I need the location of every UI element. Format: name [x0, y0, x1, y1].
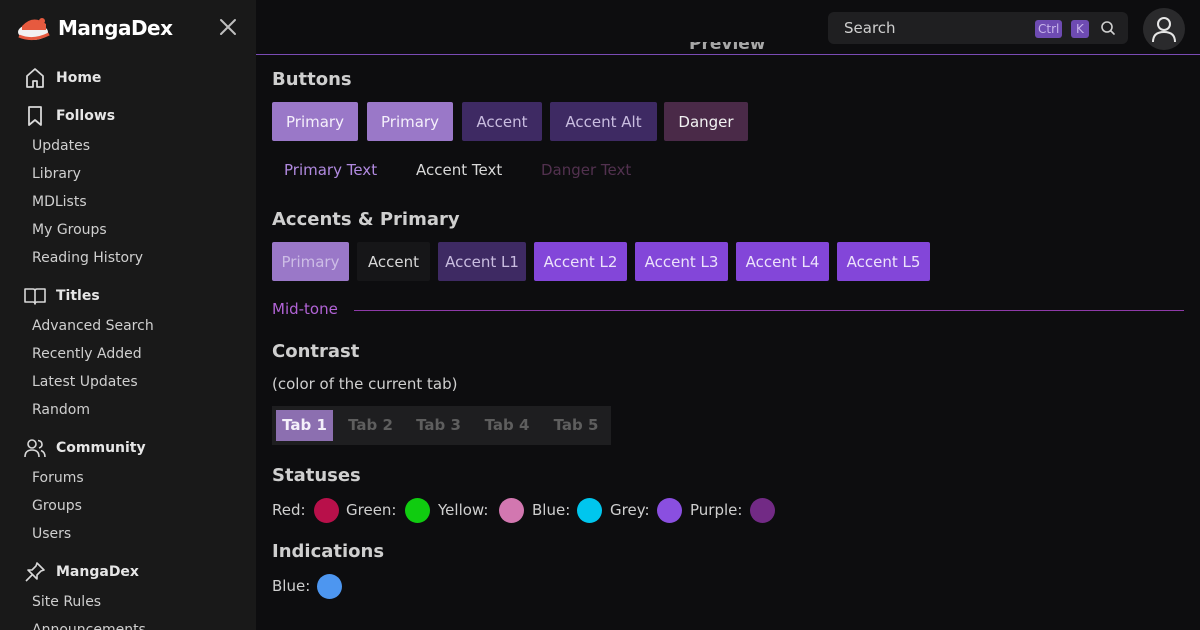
sidebar-item-home[interactable]: Home [24, 65, 101, 91]
status-grey-label: Grey: [610, 501, 650, 519]
statuses-heading: Statuses [272, 465, 361, 486]
accent-text-button[interactable]: Accent Text [416, 160, 502, 180]
sidebar-item-community[interactable]: Community [24, 435, 146, 461]
danger-text-button[interactable]: Danger Text [541, 160, 631, 180]
accent-l3-swatch[interactable]: Accent L3 [635, 242, 728, 281]
sidebar-item-label: Titles [56, 288, 100, 304]
pin-icon [24, 561, 46, 583]
sidebar-link-users[interactable]: Users [32, 524, 71, 544]
sidebar-item-follows[interactable]: Follows [24, 103, 115, 129]
accent-button[interactable]: Accent [462, 102, 542, 141]
sidebar-link-library[interactable]: Library [32, 164, 81, 184]
users-icon [24, 437, 46, 459]
shortcut-k-key: K [1071, 20, 1089, 38]
sidebar-item-mangadex[interactable]: MangaDex [24, 559, 139, 585]
accents-heading: Accents & Primary [272, 209, 460, 230]
shortcut-ctrl-key: Ctrl [1035, 20, 1063, 38]
status-yellow-label: Yellow: [438, 501, 489, 519]
status-grey-dot [657, 498, 682, 523]
logo[interactable]: MangaDex [16, 12, 173, 44]
primary-button-2[interactable]: Primary [367, 102, 453, 141]
accent-l5-swatch[interactable]: Accent L5 [837, 242, 930, 281]
sidebar-link-reading-history[interactable]: Reading History [32, 248, 143, 268]
indication-blue-dot [317, 574, 342, 599]
midtone-label: Mid-tone [272, 300, 338, 318]
close-sidebar-button[interactable] [218, 17, 238, 37]
status-blue-dot [577, 498, 602, 523]
status-green-dot [405, 498, 430, 523]
sidebar-link-my-groups[interactable]: My Groups [32, 220, 107, 240]
accent-swatch[interactable]: Accent [357, 242, 430, 281]
close-icon [220, 19, 236, 35]
home-icon [24, 67, 46, 89]
accent-alt-button[interactable]: Accent Alt [550, 102, 657, 141]
danger-button[interactable]: Danger [664, 102, 748, 141]
tab-3[interactable]: Tab 3 [408, 410, 469, 441]
sidebar-link-site-rules[interactable]: Site Rules [32, 592, 101, 612]
primary-swatch[interactable]: Primary [272, 242, 349, 281]
midtone-divider [354, 310, 1184, 311]
buttons-heading: Buttons [272, 69, 352, 90]
preview-heading: Preview [689, 42, 766, 54]
book-open-icon [24, 285, 46, 307]
user-icon [1152, 17, 1176, 43]
accent-l2-swatch[interactable]: Accent L2 [534, 242, 627, 281]
status-yellow-dot [499, 498, 524, 523]
indication-blue-label: Blue: [272, 577, 311, 595]
search-input[interactable]: Search [844, 19, 896, 37]
contrast-heading: Contrast [272, 341, 360, 362]
sidebar-item-label: MangaDex [56, 564, 139, 580]
sidebar-link-recently-added[interactable]: Recently Added [32, 344, 142, 364]
sidebar-item-titles[interactable]: Titles [24, 283, 100, 309]
sidebar: MangaDex Home Follows Updates Library MD… [0, 0, 256, 630]
tab-bar: Tab 1 Tab 2 Tab 3 Tab 4 Tab 5 [272, 406, 611, 445]
sidebar-link-mdlists[interactable]: MDLists [32, 192, 87, 212]
app-name: MangaDex [58, 16, 173, 40]
sidebar-link-latest-updates[interactable]: Latest Updates [32, 372, 138, 392]
search-bar[interactable]: Search Ctrl K [828, 12, 1128, 44]
indications-heading: Indications [272, 541, 385, 562]
sidebar-link-advanced-search[interactable]: Advanced Search [32, 316, 154, 336]
accent-l1-swatch[interactable]: Accent L1 [438, 242, 526, 281]
sidebar-item-label: Home [56, 70, 102, 86]
status-blue-label: Blue: [532, 501, 571, 519]
status-green-label: Green: [346, 501, 397, 519]
contrast-note: (color of the current tab) [272, 375, 458, 393]
sidebar-item-label: Follows [56, 108, 116, 124]
primary-button[interactable]: Primary [272, 102, 358, 141]
accent-l4-swatch[interactable]: Accent L4 [736, 242, 829, 281]
tab-1[interactable]: Tab 1 [276, 410, 333, 441]
status-purple-label: Purple: [690, 501, 743, 519]
primary-text-button[interactable]: Primary Text [284, 160, 377, 180]
status-red-dot [314, 498, 339, 523]
tab-4[interactable]: Tab 4 [476, 410, 538, 441]
status-red-label: Red: [272, 501, 306, 519]
mangadex-logo-icon [16, 12, 54, 44]
sidebar-link-forums[interactable]: Forums [32, 468, 84, 488]
tab-2[interactable]: Tab 2 [340, 410, 401, 441]
user-avatar[interactable] [1143, 8, 1185, 50]
sidebar-link-updates[interactable]: Updates [32, 136, 90, 156]
sidebar-link-random[interactable]: Random [32, 400, 90, 420]
sidebar-link-groups[interactable]: Groups [32, 496, 82, 516]
sidebar-item-label: Community [56, 440, 146, 456]
tab-5[interactable]: Tab 5 [545, 410, 607, 441]
bookmark-icon [24, 105, 46, 127]
status-purple-dot [750, 498, 775, 523]
search-icon[interactable] [1100, 20, 1116, 40]
sidebar-link-announcements[interactable]: Announcements [32, 620, 146, 630]
header-divider [256, 54, 1200, 55]
